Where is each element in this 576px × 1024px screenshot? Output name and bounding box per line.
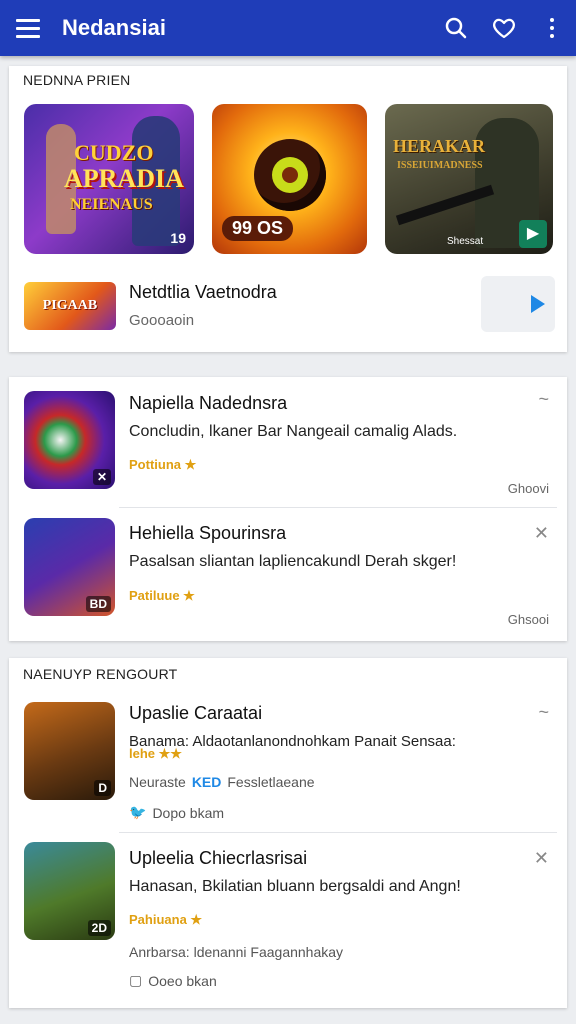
footer-text[interactable]: Ooeo bkan [148,973,217,989]
footer-row: ▢ Ooeo bkan [129,972,217,989]
game-rating: Pottiuna ★ [129,457,197,472]
footer-row: 🐦 Dopo bkam [129,804,224,821]
game-icon[interactable]: 2D [24,842,115,940]
icon-badge: ✕ [92,469,111,485]
featured-game-thumb[interactable]: CUDZO APRADIA NEIENAUS 19 [24,104,194,254]
more-options-icon[interactable] [528,0,576,56]
game-description: Pasalsan sliantan lapliencakundl Derah s… [129,553,457,570]
footer-row: Anrbarsa: ldenanni Faagannhakay [129,944,343,960]
icon-badge: BD [85,596,111,612]
section-label: NEDNNA PRIEN [23,72,131,88]
game-rating: Patiluue ★ [129,588,195,603]
badge-label: Neuraste [129,774,186,790]
close-icon[interactable]: ✕ [534,523,549,544]
game-icon[interactable]: ✕ [24,391,115,489]
divider [119,832,557,833]
expand-icon[interactable]: ~ [538,389,549,410]
game-description: Hanasan, Bkilatian bluann bergsaldi and … [129,878,461,895]
app-title: Nedansiai [62,15,166,40]
close-icon[interactable]: ✕ [534,848,549,869]
game-icon[interactable]: D [24,702,115,800]
section-label: NAENUYP RENGOURT [23,666,178,682]
divider [119,507,557,508]
thumb-subtitle: NEIENAUS [70,196,153,213]
square-icon: ▢ [129,972,143,988]
search-icon[interactable] [432,0,480,56]
thumb-title: HERAKAR [393,136,486,156]
thumb-badge: 19 [170,230,186,246]
row-subtitle: Goooaoin [129,312,195,329]
game-rating: Pahiuana ★ [129,912,203,927]
bird-icon: 🐦 [129,804,147,820]
badge-text: Fessletlaeane [227,774,315,790]
top-app-bar: Nedansiai [0,0,576,56]
featured-card: NEDNNA PRIEN CUDZO APRADIA NEIENAUS 19 9… [9,66,567,352]
icon-badge: D [94,780,111,796]
footer-text: Anrbarsa: ldenanni Faagannhakay [129,944,344,960]
game-title[interactable]: Napiella Nadednsra [129,393,287,414]
play-button[interactable] [481,276,555,332]
game-list-card: ✕ Napiella Nadednsra Concludin, lkaner B… [9,377,567,641]
play-store-icon[interactable]: ▶ [519,220,547,248]
featured-game-thumb[interactable]: 99 OS [212,104,367,254]
ked-badge: KED [191,774,222,790]
recommend-card: NAENUYP RENGOURT D Upaslie Caraatai Bana… [9,658,567,1008]
game-rating: lehe ★★ [129,746,182,761]
footer-text[interactable]: Dopo bkam [152,805,224,821]
price-badge: 99 OS [222,216,294,241]
game-icon[interactable]: BD [24,518,115,616]
thumb-title: CUDZO [74,140,154,165]
play-icon [531,295,545,313]
row-title[interactable]: Netdtlia Vaetnodra [129,282,277,303]
icon-badge: 2D [87,920,111,936]
featured-game-thumb[interactable]: HERAKAR ISSEIUIMADNESS Shessat ▶ [385,104,553,254]
game-description: Concludin, lkaner Bar Nangeail camalig A… [129,423,458,440]
game-badges: Neuraste KED Fessletlaeane [129,774,315,790]
expand-icon[interactable]: ~ [538,702,549,723]
game-title[interactable]: Upaslie Caraatai [129,703,262,724]
ball-icon [254,139,326,211]
heart-icon[interactable] [480,0,528,56]
small-game-thumb[interactable]: PIGAAB [24,282,116,330]
game-meta: Ghsooi [507,612,549,627]
thumb-tag: Shessat [447,236,484,247]
thumb-title: APRADIA [64,164,184,193]
game-title[interactable]: Hehiella Spourinsra [129,523,286,544]
game-title[interactable]: Upleelia Chiecrlasrisai [129,848,307,869]
thumb-subtitle: ISSEIUIMADNESS [397,160,483,171]
menu-icon[interactable] [0,0,56,56]
game-meta: Ghoovi [507,481,549,496]
